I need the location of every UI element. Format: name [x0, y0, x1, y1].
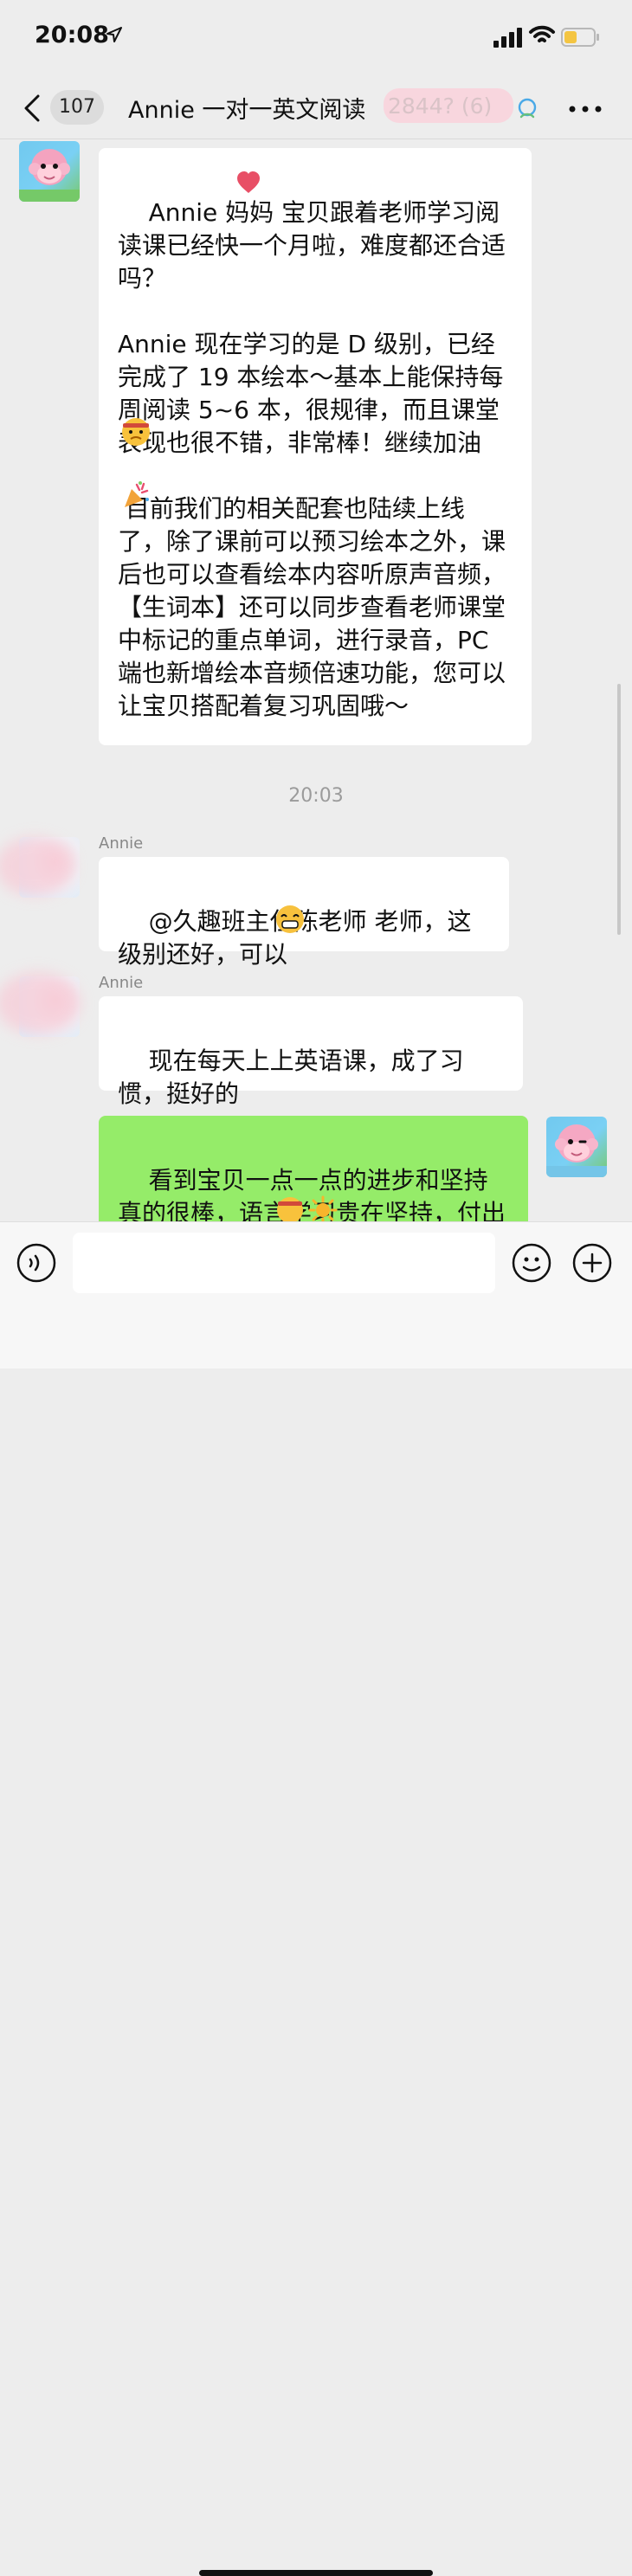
- chat-header: 107 Annie 一对一英文阅读 2844? (6): [0, 78, 632, 139]
- teacher-avatar[interactable]: [19, 141, 80, 202]
- annie-message-text-2: 现在每天上上英语课，成了习惯，挺好的: [118, 1046, 464, 1108]
- group-chat-icon[interactable]: [514, 96, 540, 122]
- scrollbar[interactable]: [617, 684, 621, 935]
- fighting-emoji-icon: [122, 418, 150, 446]
- heart-emoji-icon: [237, 171, 260, 193]
- add-icon[interactable]: [571, 1242, 613, 1284]
- status-time: 20:08: [35, 22, 109, 48]
- masked-title-suffix: 2844? (6): [388, 93, 493, 119]
- home-indicator: [199, 2570, 433, 2576]
- message-input[interactable]: [73, 1233, 495, 1293]
- wifi-icon: [529, 25, 555, 42]
- back-icon[interactable]: [19, 91, 48, 126]
- annie-message-bubble-2[interactable]: 现在每天上上英语课，成了习惯，挺好的: [99, 996, 523, 1108]
- grin-emoji-icon: [276, 905, 304, 933]
- sender-name-annie: Annie: [99, 974, 144, 992]
- status-bar: 20:08: [0, 0, 632, 78]
- unread-count-badge[interactable]: 107: [50, 90, 104, 125]
- emoji-icon[interactable]: [511, 1242, 552, 1284]
- teacher-message-text: Annie 妈妈 宝贝跟着老师学习阅读课已经快一个月啦，难度都还合适吗？ Ann…: [118, 198, 506, 720]
- my-avatar[interactable]: [546, 1117, 607, 1177]
- more-icon[interactable]: [568, 105, 603, 113]
- chat-message-list[interactable]: Annie 妈妈 宝贝跟着老师学习阅读课已经快一个月啦，难度都还合适吗？ Ann…: [0, 139, 632, 1221]
- chat-title: Annie 一对一英文阅读: [128, 97, 366, 124]
- sender-name-annie: Annie: [99, 834, 144, 853]
- input-bar: [0, 1221, 632, 2576]
- teacher-message-bubble[interactable]: Annie 妈妈 宝贝跟着老师学习阅读课已经快一个月啦，难度都还合适吗？ Ann…: [99, 148, 532, 745]
- monkey-avatar-icon: [546, 1124, 607, 1177]
- location-arrow-icon: [106, 27, 122, 42]
- voice-icon[interactable]: [16, 1242, 57, 1284]
- sun-emoji-icon: [308, 1195, 338, 1221]
- monkey-avatar-icon: [19, 149, 80, 202]
- party-popper-icon: [125, 481, 149, 507]
- fighting-emoji-icon: [277, 1197, 303, 1221]
- chat-timestamp: 20:03: [288, 785, 344, 807]
- battery-icon: [561, 28, 599, 47]
- signal-icon: [493, 28, 522, 48]
